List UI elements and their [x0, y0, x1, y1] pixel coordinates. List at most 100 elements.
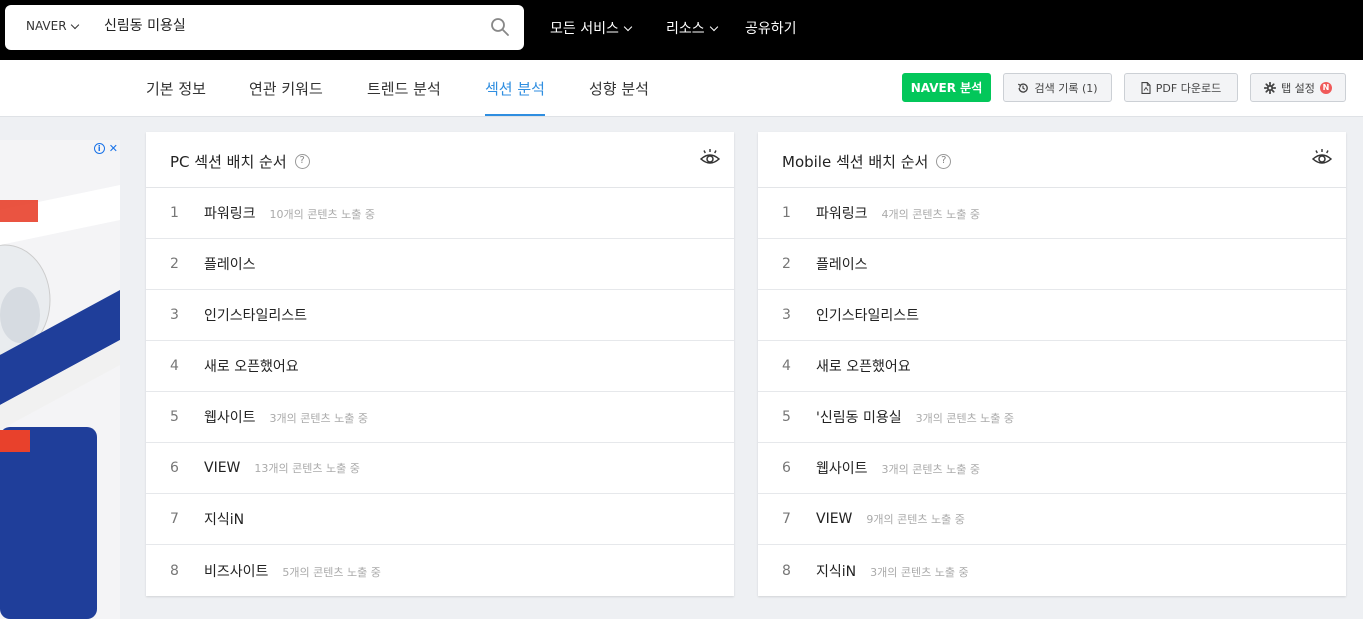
search-box: NAVER — [5, 5, 524, 50]
mobile-section-list: 1 파워링크 4개의 콘텐츠 노출 중 2 플레이스 3 인기스타일리스트 4 새로 오픈… — [758, 188, 1346, 596]
mobile-panel-header: Mobile 섹션 배치 순서 ? — [758, 132, 1346, 188]
pdf-download-button[interactable]: PDF 다운로드 — [1124, 73, 1238, 102]
nav-all-services-label: 모든 서비스 — [550, 21, 619, 37]
naver-analysis-button[interactable]: NAVER 분석 — [902, 73, 991, 102]
tab-basic-info[interactable]: 기본 정보 — [146, 78, 206, 116]
history-icon — [1018, 82, 1029, 93]
section-content-count: 10개의 콘텐츠 노출 중 — [269, 208, 375, 221]
section-name: VIEW — [816, 511, 853, 527]
row-number: 1 — [782, 205, 791, 221]
tab-settings-button[interactable]: 탭 설정 N — [1250, 73, 1346, 102]
section-name: 인기스타일리스트 — [816, 308, 920, 324]
row-number: 4 — [170, 358, 179, 374]
tab-settings-label: 탭 설정 — [1281, 81, 1315, 95]
pc-panel-title-text: PC 섹션 배치 순서 — [170, 153, 287, 171]
ad-controls[interactable]: i ✕ — [93, 142, 118, 155]
table-row: 1 파워링크 10개의 콘텐츠 노출 중 — [146, 188, 734, 239]
mobile-section-panel: Mobile 섹션 배치 순서 ? 1 파워링크 4개의 콘텐츠 노출 중 2 플레이… — [758, 132, 1346, 596]
row-number: 6 — [782, 460, 791, 476]
row-number: 4 — [782, 358, 791, 374]
table-row: 1 파워링크 4개의 콘텐츠 노출 중 — [758, 188, 1346, 239]
table-row: 3 인기스타일리스트 — [758, 290, 1346, 341]
nav-share[interactable]: 공유하기 — [745, 18, 797, 38]
row-number: 7 — [170, 511, 179, 527]
ad-info-icon[interactable]: i — [93, 143, 105, 154]
table-row: 6 웹사이트 3개의 콘텐츠 노출 중 — [758, 443, 1346, 494]
pc-section-list: 1 파워링크 10개의 콘텐츠 노출 중 2 플레이스 3 인기스타일리스트 4 새로 오… — [146, 188, 734, 596]
section-content-count: 3개의 콘텐츠 노출 중 — [269, 412, 368, 425]
help-icon[interactable]: ? — [936, 154, 952, 169]
row-number: 8 — [170, 562, 179, 579]
section-content-count: 3개의 콘텐츠 노출 중 — [870, 565, 969, 579]
engine-select[interactable]: NAVER — [26, 19, 79, 33]
chevron-down-icon — [623, 22, 633, 31]
section-name: 웹사이트 — [816, 461, 868, 477]
gear-icon — [1264, 81, 1277, 94]
pdf-file-icon — [1141, 81, 1151, 94]
row-number: 5 — [170, 409, 179, 425]
table-row: 8 비즈사이트 5개의 콘텐츠 노출 중 — [146, 545, 734, 596]
section-name: 파워링크 — [816, 206, 868, 222]
section-name: 지식iN — [204, 512, 245, 528]
tab-trend-analysis[interactable]: 트렌드 분석 — [367, 78, 441, 116]
chevron-down-icon — [70, 20, 79, 29]
eye-icon[interactable] — [700, 148, 720, 166]
new-badge: N — [1319, 81, 1332, 94]
tab-tendency-analysis[interactable]: 성향 분석 — [589, 78, 649, 116]
top-bar: NAVER 모든 서비스 리소스 공유하기 — [0, 0, 1363, 60]
table-row: 8 지식iN 3개의 콘텐츠 노출 중 — [758, 545, 1346, 596]
search-input[interactable] — [104, 17, 464, 33]
section-name: 웹사이트 — [204, 410, 256, 426]
table-row: 5 웹사이트 3개의 콘텐츠 노출 중 — [146, 392, 734, 443]
naver-analysis-label: NAVER 분석 — [910, 81, 983, 95]
section-name: 플레이스 — [816, 257, 868, 273]
pc-panel-title: PC 섹션 배치 순서 ? — [170, 151, 310, 172]
chevron-down-icon — [709, 22, 718, 31]
table-row: 5 '신림동 미용실 3개의 콘텐츠 노출 중 — [758, 392, 1346, 443]
table-row: 7 지식iN — [146, 494, 734, 545]
tab-section-analysis[interactable]: 섹션 분석 — [485, 78, 545, 116]
section-name: 파워링크 — [204, 206, 256, 222]
pc-section-panel: PC 섹션 배치 순서 ? 1 파워링크 10개의 콘텐츠 노출 중 2 플레이스 3… — [146, 132, 734, 596]
section-name: '신림동 미용실 — [816, 410, 902, 426]
section-name: VIEW — [204, 460, 241, 476]
section-name: 인기스타일리스트 — [204, 308, 308, 324]
section-content-count: 5개의 콘텐츠 노출 중 — [282, 565, 381, 579]
table-row: 3 인기스타일리스트 — [146, 290, 734, 341]
section-name: 새로 오픈했어요 — [204, 359, 299, 375]
section-name: 새로 오픈했어요 — [816, 359, 911, 375]
nav-resources[interactable]: 리소스 — [666, 18, 718, 38]
help-icon[interactable]: ? — [294, 154, 310, 169]
search-history-label: 검색 기록 (1) — [1034, 81, 1098, 95]
row-number: 3 — [782, 307, 791, 323]
ad-banner[interactable]: i ✕ — [0, 140, 120, 619]
tab-bar: 기본 정보 연관 키워드 트렌드 분석 섹션 분석 성향 분석 NAVER 분석… — [0, 60, 1363, 117]
row-number: 6 — [170, 460, 179, 476]
section-name: 플레이스 — [204, 257, 256, 273]
ad-artwork — [0, 140, 120, 619]
eye-icon[interactable] — [1312, 148, 1332, 166]
mobile-panel-title-text: Mobile 섹션 배치 순서 — [782, 153, 929, 171]
section-content-count: 9개의 콘텐츠 노출 중 — [866, 513, 965, 526]
row-number: 2 — [170, 256, 179, 272]
search-history-button[interactable]: 검색 기록 (1) — [1003, 73, 1112, 102]
pdf-download-label: PDF 다운로드 — [1155, 81, 1222, 95]
section-name: 지식iN — [816, 563, 857, 580]
table-row: 6 VIEW 13개의 콘텐츠 노출 중 — [146, 443, 734, 494]
row-number: 3 — [170, 307, 179, 323]
row-number: 1 — [170, 205, 179, 221]
table-row: 2 플레이스 — [146, 239, 734, 290]
section-name: 비즈사이트 — [204, 563, 269, 580]
row-number: 7 — [782, 511, 791, 527]
table-row: 4 새로 오픈했어요 — [758, 341, 1346, 392]
nav-all-services[interactable]: 모든 서비스 — [550, 18, 633, 38]
row-number: 2 — [782, 256, 791, 272]
row-number: 5 — [782, 409, 791, 425]
tab-related-keywords[interactable]: 연관 키워드 — [249, 78, 323, 116]
section-content-count: 4개의 콘텐츠 노출 중 — [881, 208, 980, 221]
section-content-count: 3개의 콘텐츠 노출 중 — [881, 463, 980, 476]
section-content-count: 13개의 콘텐츠 노출 중 — [254, 462, 360, 475]
ad-close-icon[interactable]: ✕ — [109, 142, 118, 155]
section-content-count: 3개의 콘텐츠 노출 중 — [915, 412, 1015, 425]
search-icon[interactable] — [490, 17, 510, 37]
